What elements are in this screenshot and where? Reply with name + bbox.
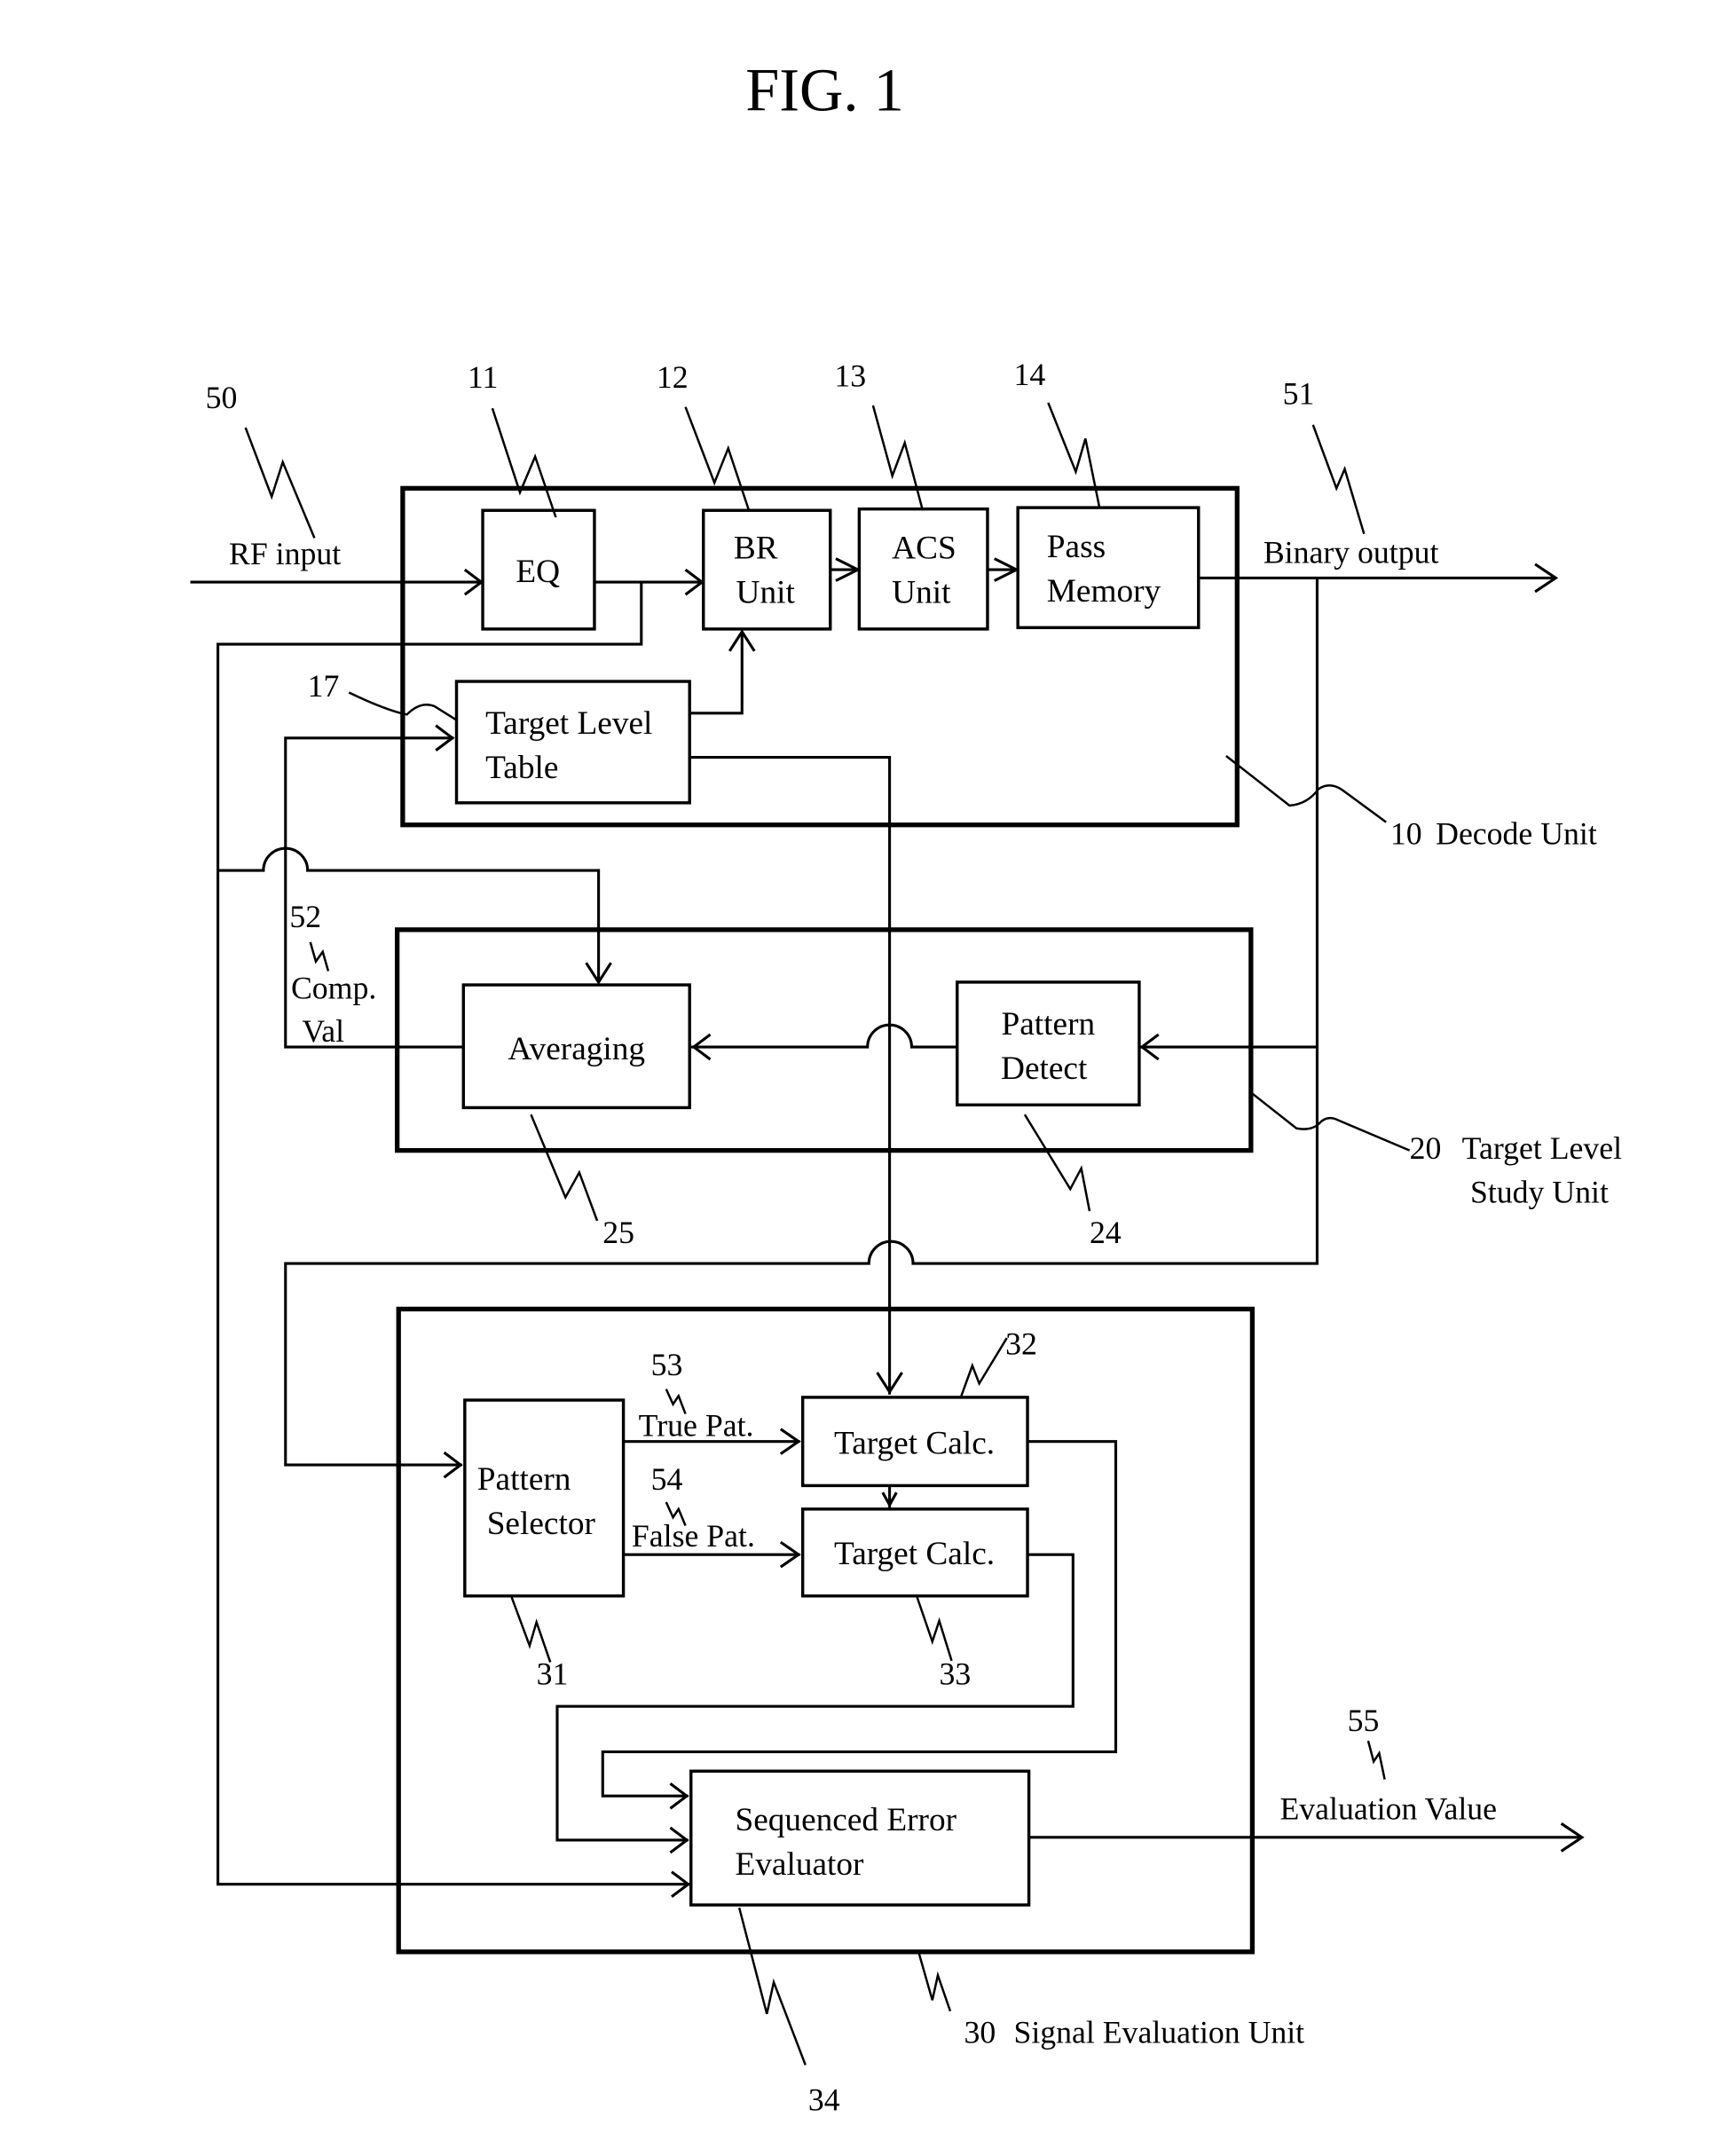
leader-55	[1366, 1740, 1386, 1780]
ref-25: 25	[602, 1215, 634, 1250]
ref-13: 13	[834, 358, 866, 393]
sequenced-error-evaluator-label-2: Evaluator	[735, 1846, 864, 1883]
ref-14: 14	[1013, 357, 1045, 392]
ref-55: 55	[1348, 1703, 1380, 1738]
leader-52	[309, 941, 330, 972]
br-unit-block: BR Unit	[702, 508, 832, 631]
leader-50	[244, 427, 316, 539]
pattern-selector-label-1: Pattern	[477, 1461, 571, 1498]
target-level-table-block: Target Level Table	[454, 680, 691, 805]
averaging-label: Averaging	[508, 1031, 645, 1067]
ref-50: 50	[206, 380, 238, 415]
ref-31: 31	[537, 1656, 569, 1691]
target-level-table-label-2: Table	[485, 750, 558, 786]
eq-to-averaging-wire	[217, 846, 601, 982]
leader-25	[530, 1113, 599, 1222]
leader-13	[871, 405, 925, 511]
eq-block: EQ	[481, 508, 596, 631]
comp-val-label-2: Val	[302, 1013, 344, 1049]
evaluation-value-label: Evaluation Value	[1279, 1791, 1497, 1827]
acs-unit-label-2: Unit	[892, 574, 951, 610]
ref-12: 12	[657, 359, 689, 395]
ref-34: 34	[808, 2082, 840, 2118]
leader-30	[917, 1951, 952, 2012]
rf-input-label: RF input	[229, 536, 341, 571]
pattern-selector-label-2: Selector	[487, 1506, 596, 1542]
ref-32: 32	[1005, 1326, 1037, 1362]
eq-label: EQ	[516, 554, 560, 590]
pattern-detect-block: Pattern Detect	[956, 980, 1141, 1107]
sequenced-error-evaluator-label-1: Sequenced Error	[735, 1802, 956, 1838]
pass-memory-label-2: Memory	[1047, 573, 1161, 610]
ref-52: 52	[289, 899, 321, 934]
br-unit-label-2: Unit	[736, 574, 796, 610]
leader-11	[491, 407, 557, 518]
ref-33: 33	[940, 1656, 972, 1691]
ref-24: 24	[1090, 1215, 1122, 1250]
binary-output-label: Binary output	[1263, 534, 1439, 570]
false-pat-label: False Pat.	[632, 1518, 755, 1554]
br-unit-label-1: BR	[734, 531, 778, 567]
figure-title: FIG. 1	[745, 56, 904, 123]
pass-memory-label-1: Pass	[1047, 529, 1106, 565]
ref-30: 30	[964, 2015, 996, 2050]
ref-10: 10	[1390, 815, 1422, 851]
pass-memory-block: Pass Memory	[1016, 506, 1201, 630]
ref-51: 51	[1283, 376, 1315, 412]
leader-12	[684, 406, 751, 511]
leader-20	[1250, 1091, 1411, 1152]
target-calc-false-label: Target Calc.	[834, 1536, 995, 1572]
pattern-selector-block: Pattern Selector	[463, 1398, 626, 1598]
ref-11: 11	[468, 359, 498, 395]
comp-val-label-1: Comp.	[291, 971, 376, 1006]
ref-54: 54	[651, 1461, 683, 1497]
target-calc-false-block: Target Calc.	[800, 1507, 1029, 1598]
decode-unit-label: Decode Unit	[1436, 815, 1597, 851]
signal-evaluation-unit-label: Signal Evaluation Unit	[1013, 2015, 1304, 2050]
leader-51	[1311, 424, 1366, 535]
leader-14	[1047, 402, 1101, 507]
ref-20: 20	[1410, 1130, 1442, 1166]
ref-53: 53	[651, 1347, 683, 1382]
true-pat-label: True Pat.	[639, 1407, 754, 1443]
ref-17: 17	[308, 668, 340, 704]
leader-34	[737, 1907, 807, 2066]
target-calc-true-label: Target Calc.	[834, 1426, 995, 1462]
target-calc-true-block: Target Calc.	[800, 1396, 1029, 1488]
leader-24	[1023, 1113, 1091, 1212]
target-level-study-label-2: Study Unit	[1470, 1175, 1609, 1210]
leader-32	[960, 1337, 1008, 1397]
pattern-detect-to-averaging-wire	[690, 1023, 957, 1049]
leader-33	[916, 1596, 953, 1662]
pattern-detect-label-2: Detect	[1001, 1050, 1088, 1087]
acs-unit-label-1: ACS	[892, 531, 956, 567]
acs-unit-block: ACS Unit	[857, 507, 989, 631]
binary-to-pattern-detect-wire	[1138, 578, 1319, 1049]
fig1-block-diagram: FIG. 1 EQ BR Unit ACS Unit Pass Memory T…	[190, 56, 1623, 2118]
sequenced-error-evaluator-block: Sequenced Error Evaluator	[689, 1769, 1031, 1907]
target-level-table-label-1: Target Level	[485, 705, 652, 742]
leader-31	[510, 1596, 552, 1663]
target-level-study-label-1: Target Level	[1462, 1130, 1623, 1166]
pattern-detect-label-1: Pattern	[1002, 1006, 1096, 1043]
leader-10	[1225, 754, 1387, 823]
table-to-target-calc-wire	[689, 755, 892, 1395]
averaging-block: Averaging	[461, 983, 691, 1110]
